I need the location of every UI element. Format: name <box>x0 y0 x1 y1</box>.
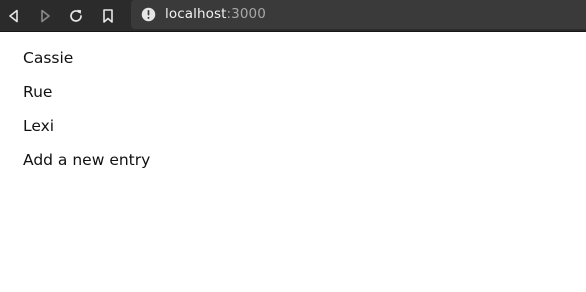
url-host: localhost <box>165 6 227 22</box>
info-icon[interactable] <box>141 7 156 22</box>
bookmark-icon <box>103 9 113 23</box>
address-bar[interactable]: localhost:3000 <box>131 0 586 29</box>
url-port: :3000 <box>226 6 266 22</box>
add-entry-link[interactable]: Add a new entry <box>23 150 150 184</box>
entry-item-lexi: Lexi <box>23 117 55 135</box>
browser-toolbar: localhost:3000 <box>0 0 586 32</box>
reload-icon <box>70 9 82 22</box>
forward-arrow-icon <box>41 9 50 23</box>
entry-item-cassie: Cassie <box>23 49 74 67</box>
entry-item-rue: Rue <box>23 83 53 101</box>
back-arrow-icon <box>9 9 18 23</box>
reload-button[interactable] <box>65 5 87 27</box>
bookmark-button[interactable] <box>97 5 119 27</box>
forward-button[interactable] <box>34 5 56 27</box>
entry-list: Cassie Rue Lexi Add a new entry <box>23 48 150 184</box>
url-text[interactable]: localhost:3000 <box>165 6 266 23</box>
back-button[interactable] <box>3 5 25 27</box>
